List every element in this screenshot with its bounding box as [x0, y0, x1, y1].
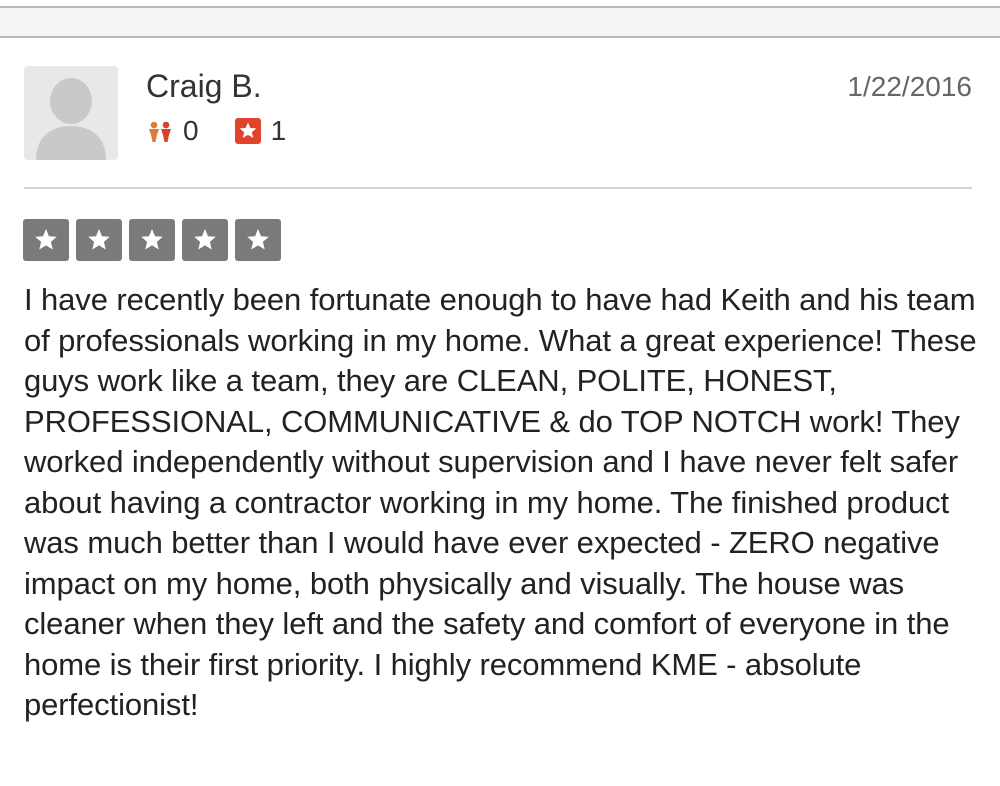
review-date: 1/22/2016: [847, 71, 972, 102]
star-icon: [235, 219, 281, 261]
top-toolbar-band: [0, 6, 1000, 38]
user-name[interactable]: Craig B.: [146, 66, 262, 106]
reviews-count: 1: [270, 115, 287, 146]
user-stats: 0 1: [147, 114, 286, 148]
star-icon: [76, 219, 122, 261]
review-text: I have recently been fortunate enough to…: [24, 282, 977, 722]
star-icon: [23, 219, 69, 261]
default-user-avatar-icon: [24, 66, 118, 160]
friends-count: 0: [183, 115, 199, 146]
user-avatar[interactable]: [24, 66, 118, 160]
header-divider: [24, 187, 972, 189]
reviews-stat: 1: [234, 114, 287, 148]
star-icon: [129, 219, 175, 261]
star-icon: [182, 219, 228, 261]
review-count-star-icon: [234, 118, 261, 144]
friends-stat: 0: [147, 114, 199, 148]
friends-icon: [147, 120, 173, 142]
star-rating: [23, 219, 288, 261]
